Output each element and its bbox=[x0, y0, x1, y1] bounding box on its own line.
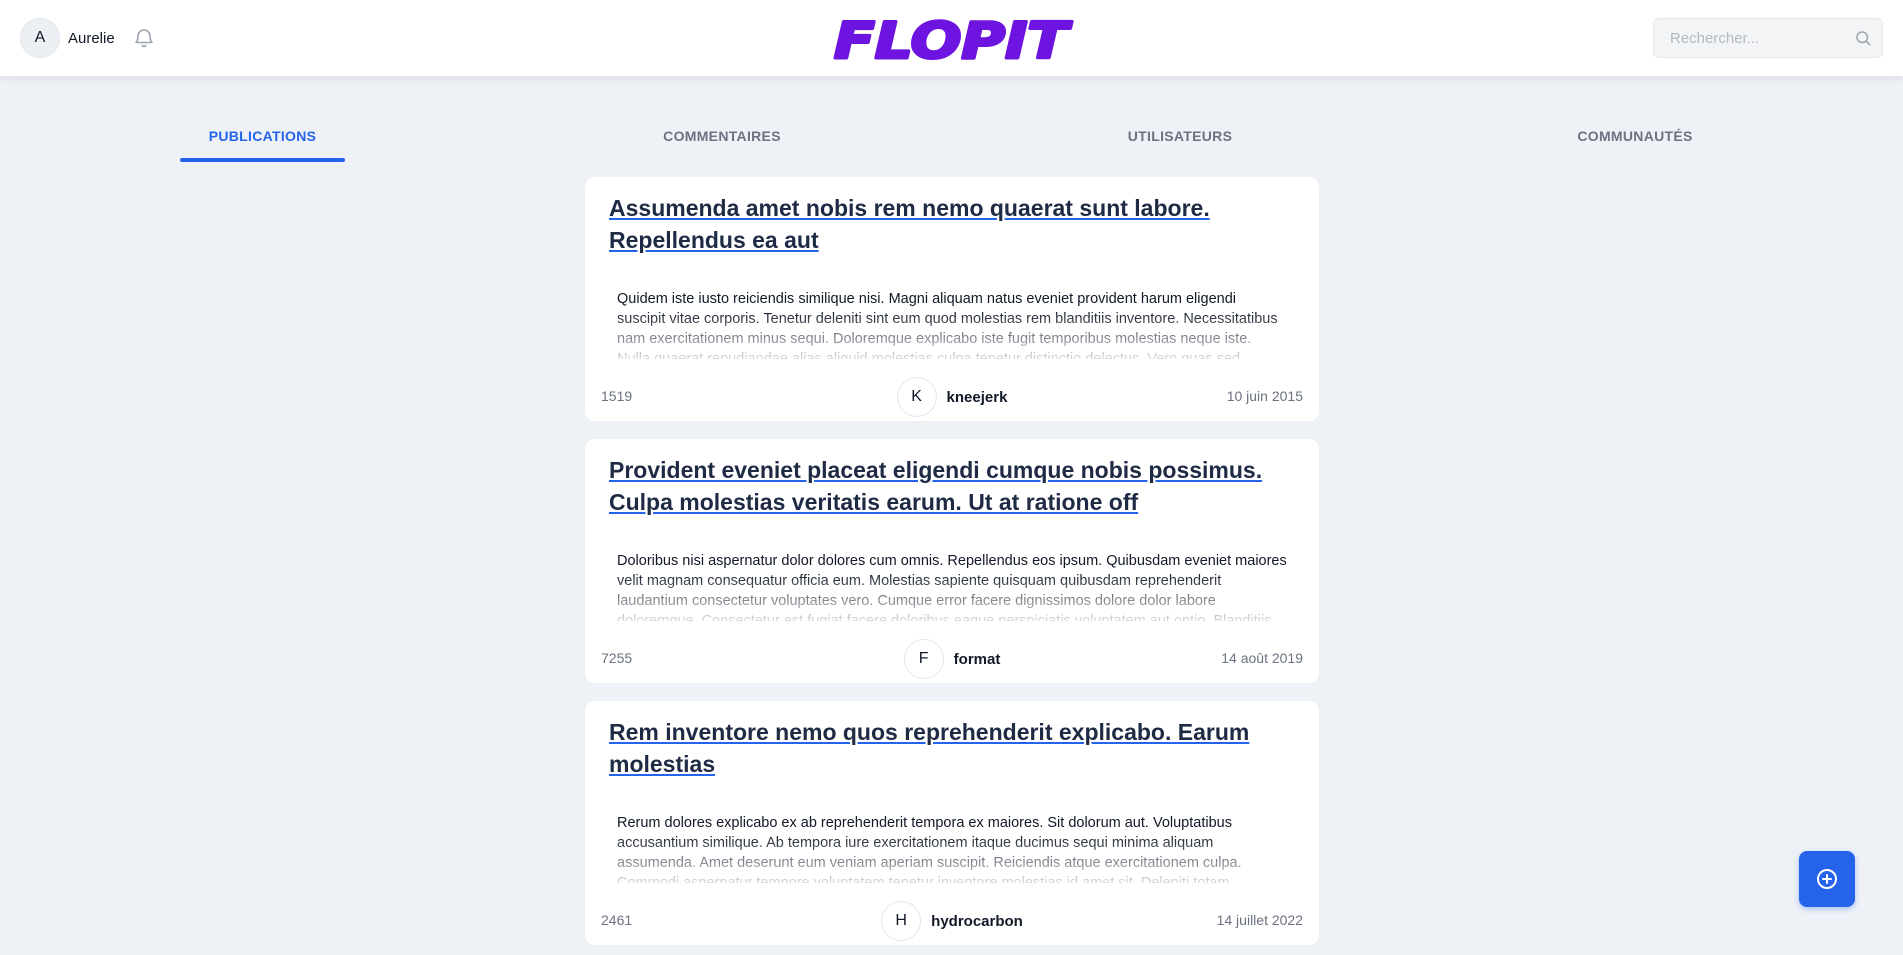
search-input[interactable] bbox=[1654, 19, 1844, 57]
tab-communautes[interactable]: COMMUNAUTÉS bbox=[1535, 120, 1735, 164]
search-icon[interactable] bbox=[1854, 29, 1872, 47]
post-title[interactable]: Provident eveniet placeat eligendi cumqu… bbox=[609, 454, 1289, 518]
post-excerpt: Rerum dolores explicabo ex ab reprehende… bbox=[617, 815, 1242, 883]
post-author[interactable]: K kneejerk bbox=[896, 377, 1008, 417]
post-author-row: H hydrocarbon bbox=[585, 901, 1319, 941]
post-excerpt: Quidem iste iusto reiciendis similique n… bbox=[617, 291, 1278, 359]
tab-commentaires[interactable]: COMMENTAIRES bbox=[622, 120, 822, 164]
post-date: 10 juin 2015 bbox=[1226, 388, 1303, 404]
author-avatar[interactable]: F bbox=[903, 639, 944, 679]
post-author[interactable]: F format bbox=[903, 639, 1001, 679]
post-card[interactable]: Rem inventore nemo quos reprehenderit ex… bbox=[585, 701, 1319, 945]
post-author[interactable]: H hydrocarbon bbox=[881, 901, 1023, 941]
post-footer: 1519 K kneejerk 10 juin 2015 bbox=[585, 377, 1319, 417]
tab-utilisateurs[interactable]: UTILISATEURS bbox=[1080, 120, 1280, 164]
post-title[interactable]: Assumenda amet nobis rem nemo quaerat su… bbox=[609, 192, 1289, 256]
author-name[interactable]: format bbox=[954, 651, 1001, 668]
post-footer: 2461 H hydrocarbon 14 juillet 2022 bbox=[585, 901, 1319, 941]
post-date: 14 juillet 2022 bbox=[1216, 912, 1303, 928]
plus-circle-icon bbox=[1817, 869, 1837, 889]
post-card[interactable]: Assumenda amet nobis rem nemo quaerat su… bbox=[585, 177, 1319, 421]
bell-icon[interactable] bbox=[132, 26, 156, 50]
author-name[interactable]: hydrocarbon bbox=[931, 913, 1023, 930]
tab-publications[interactable]: PUBLICATIONS bbox=[180, 120, 345, 164]
create-post-button[interactable] bbox=[1799, 851, 1855, 907]
user-avatar[interactable]: A bbox=[20, 18, 60, 58]
author-avatar[interactable]: H bbox=[881, 901, 922, 941]
top-bar: A Aurelie FLOPIT bbox=[0, 0, 1903, 76]
user-name[interactable]: Aurelie bbox=[68, 30, 115, 47]
search-box[interactable] bbox=[1653, 18, 1883, 58]
author-avatar[interactable]: K bbox=[896, 377, 937, 417]
post-author-row: F format bbox=[585, 639, 1319, 679]
content-tabs: PUBLICATIONS COMMENTAIRES UTILISATEURS C… bbox=[0, 120, 1903, 164]
flopit-logo[interactable]: FLOPIT bbox=[828, 8, 1075, 71]
post-date: 14 août 2019 bbox=[1221, 650, 1303, 666]
post-footer: 7255 F format 14 août 2019 bbox=[585, 639, 1319, 679]
post-card[interactable]: Provident eveniet placeat eligendi cumqu… bbox=[585, 439, 1319, 683]
post-author-row: K kneejerk bbox=[585, 377, 1319, 417]
author-name[interactable]: kneejerk bbox=[947, 389, 1008, 406]
logo-text: FLOPIT bbox=[834, 12, 1073, 70]
post-title[interactable]: Rem inventore nemo quos reprehenderit ex… bbox=[609, 716, 1289, 780]
user-menu[interactable]: A Aurelie bbox=[20, 18, 115, 58]
post-excerpt: Doloribus nisi aspernatur dolor dolores … bbox=[617, 553, 1287, 621]
